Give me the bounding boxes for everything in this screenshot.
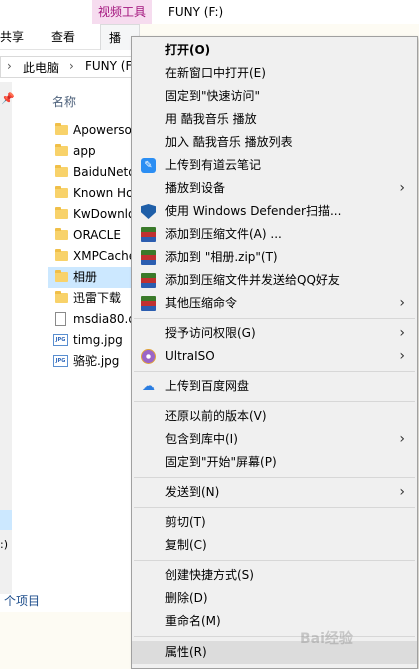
menu-item-play-kuwo[interactable]: 用 酷我音乐 播放 bbox=[132, 108, 417, 131]
column-header-name[interactable]: 名称 bbox=[52, 93, 76, 110]
folder-icon bbox=[55, 186, 68, 198]
menu-item-cast-to-device[interactable]: 播放到设备 › bbox=[132, 177, 417, 200]
menu-item-send-to[interactable]: 发送到(N) › bbox=[132, 481, 417, 504]
menu-item-open[interactable]: 打开(O) bbox=[132, 39, 417, 62]
menu-item-open-new-window[interactable]: 在新窗口中打开(E) bbox=[132, 62, 417, 85]
list-item[interactable]: JPG timg.jpg bbox=[48, 330, 140, 351]
list-item[interactable]: ORACLE bbox=[48, 225, 140, 246]
list-item[interactable]: JPG 骆驼.jpg bbox=[48, 351, 140, 372]
menu-item-ultraiso[interactable]: UltraISO › bbox=[132, 345, 417, 368]
menu-item-defender-scan[interactable]: 使用 Windows Defender扫描... bbox=[132, 200, 417, 223]
menu-separator bbox=[134, 401, 415, 402]
menu-separator bbox=[134, 560, 415, 561]
jpg-file-icon: JPG bbox=[53, 355, 68, 367]
folder-icon bbox=[55, 291, 68, 303]
winrar-icon bbox=[141, 227, 156, 242]
defender-shield-icon bbox=[141, 204, 156, 219]
winrar-icon bbox=[141, 273, 156, 288]
window-title: FUNY (F:) bbox=[168, 5, 224, 19]
winrar-icon bbox=[141, 250, 156, 265]
menu-separator bbox=[134, 636, 415, 637]
context-menu: 打开(O) 在新窗口中打开(E) 固定到"快速访问" 用 酷我音乐 播放 加入 … bbox=[131, 36, 418, 669]
chevron-right-icon: › bbox=[69, 59, 74, 73]
menu-separator bbox=[134, 507, 415, 508]
chevron-right-icon: › bbox=[399, 484, 405, 500]
menu-item-add-kuwo-list[interactable]: 加入 酷我音乐 播放列表 bbox=[132, 131, 417, 154]
menu-item-include-library[interactable]: 包含到库中(I) › bbox=[132, 428, 417, 451]
baidu-watermark: Bai经验 bbox=[300, 631, 353, 647]
jpg-file-icon: JPG bbox=[53, 334, 68, 346]
menu-item-add-to-zip[interactable]: 添加到 "相册.zip"(T) bbox=[132, 246, 417, 269]
list-item[interactable]: BaiduNetdisk bbox=[48, 162, 140, 183]
baidu-cloud-icon: ☁ bbox=[142, 379, 155, 394]
menu-item-create-shortcut[interactable]: 创建快捷方式(S) bbox=[132, 564, 417, 587]
title-bar: 视频工具 FUNY (F:) bbox=[0, 0, 419, 24]
menu-separator bbox=[134, 371, 415, 372]
file-list: Apowersoft app BaiduNetdisk Known Ho KwD… bbox=[48, 120, 140, 372]
list-item[interactable]: Known Ho bbox=[48, 183, 140, 204]
menu-item-delete[interactable]: 删除(D) bbox=[132, 587, 417, 610]
chevron-right-icon: › bbox=[399, 325, 405, 341]
chevron-right-icon: › bbox=[399, 180, 405, 196]
menu-item-upload-baidu[interactable]: ☁ 上传到百度网盘 bbox=[132, 375, 417, 398]
menu-item-restore-versions[interactable]: 还原以前的版本(V) bbox=[132, 405, 417, 428]
tab-view[interactable]: 查看 bbox=[51, 24, 75, 49]
ribbon-tabs: 共享 查看 播放 bbox=[0, 24, 140, 71]
list-item[interactable]: 迅雷下载 bbox=[48, 288, 140, 309]
folder-icon bbox=[55, 144, 68, 156]
ultraiso-disc-icon bbox=[141, 349, 156, 364]
youdao-note-icon: ✎ bbox=[141, 158, 156, 173]
status-item-count: 个项目 bbox=[4, 594, 41, 608]
list-item-selected[interactable]: 相册 bbox=[48, 267, 140, 288]
menu-separator bbox=[134, 477, 415, 478]
chevron-right-icon: › bbox=[399, 348, 405, 364]
breadcrumb-drive[interactable]: FUNY (F bbox=[85, 59, 132, 73]
chevron-right-icon: › bbox=[399, 431, 405, 447]
menu-item-cut[interactable]: 剪切(T) bbox=[132, 511, 417, 534]
menu-item-upload-youdao[interactable]: ✎ 上传到有道云笔记 bbox=[132, 154, 417, 177]
dll-file-icon bbox=[55, 312, 66, 326]
folder-icon bbox=[55, 249, 68, 261]
list-item[interactable]: KwDownload bbox=[48, 204, 140, 225]
pin-icon: 📌 bbox=[1, 92, 15, 105]
address-bar[interactable]: › 此电脑 › FUNY (F bbox=[0, 56, 140, 78]
menu-item-pin-start[interactable]: 固定到"开始"屏幕(P) bbox=[132, 451, 417, 474]
chevron-right-icon: › bbox=[399, 295, 405, 311]
menu-item-add-zip-send-qq[interactable]: 添加到压缩文件并发送给QQ好友 bbox=[132, 269, 417, 292]
navigation-pane[interactable] bbox=[0, 82, 12, 594]
folder-icon bbox=[55, 207, 68, 219]
menu-item-pin-quick-access[interactable]: 固定到"快速访问" bbox=[132, 85, 417, 108]
menu-item-add-to-archive[interactable]: 添加到压缩文件(A) ... bbox=[132, 223, 417, 246]
list-item[interactable]: Apowersoft bbox=[48, 120, 140, 141]
list-item[interactable]: msdia80.d bbox=[48, 309, 140, 330]
nav-drive-label: :) bbox=[0, 538, 8, 551]
menu-item-other-compress[interactable]: 其他压缩命令 › bbox=[132, 292, 417, 315]
folder-icon bbox=[55, 270, 68, 282]
breadcrumb-this-pc[interactable]: 此电脑 bbox=[23, 59, 59, 76]
menu-item-properties[interactable]: 属性(R) bbox=[132, 641, 417, 664]
folder-icon bbox=[55, 123, 68, 135]
menu-separator bbox=[134, 318, 415, 319]
video-tools-tab[interactable]: 视频工具 bbox=[92, 0, 152, 24]
menu-item-copy[interactable]: 复制(C) bbox=[132, 534, 417, 557]
menu-item-rename[interactable]: 重命名(M) bbox=[132, 610, 417, 633]
folder-icon bbox=[55, 228, 68, 240]
winrar-icon bbox=[141, 296, 156, 311]
nav-selected-item[interactable] bbox=[0, 510, 12, 530]
menu-item-grant-access[interactable]: 授予访问权限(G) › bbox=[132, 322, 417, 345]
chevron-right-icon: › bbox=[7, 59, 12, 73]
tab-share[interactable]: 共享 bbox=[0, 24, 24, 49]
list-item[interactable]: app bbox=[48, 141, 140, 162]
list-item[interactable]: XMPCache bbox=[48, 246, 140, 267]
folder-icon bbox=[55, 165, 68, 177]
